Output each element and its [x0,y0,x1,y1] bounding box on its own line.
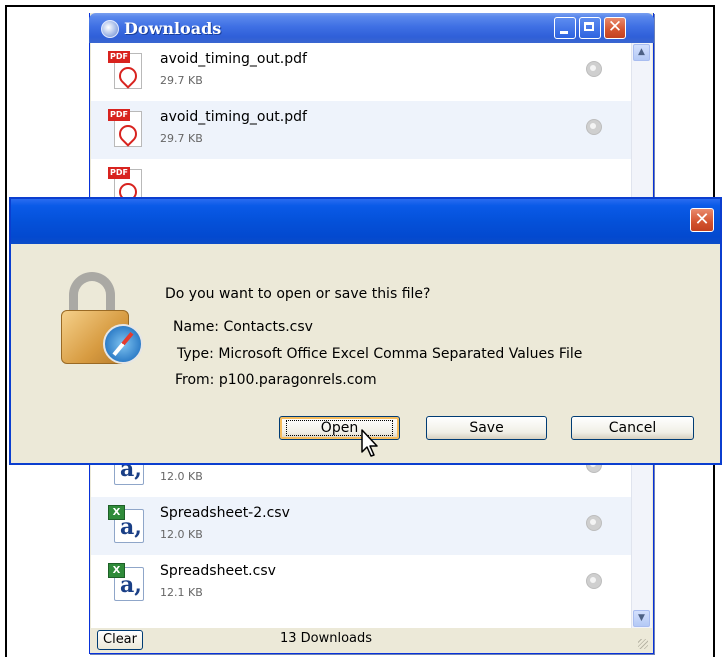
pdf-file-icon: PDF [108,51,144,89]
close-icon: ✕ [607,17,623,37]
downloads-title: Downloads [124,19,222,38]
dialog-close-button[interactable]: ✕ [690,208,714,232]
downloads-count: 13 Downloads [279,631,373,646]
magnifier-icon[interactable] [586,515,602,531]
file-size: 12.1 KB [160,586,203,599]
file-size: 12.0 KB [160,470,203,483]
open-button-label: Open [320,420,359,436]
security-lock-icon [61,272,153,364]
download-item[interactable]: PDF avoid_timing_out.pdf 29.7 KB [91,43,631,101]
file-size: 29.7 KB [160,132,203,145]
close-window-button[interactable]: ✕ [604,17,626,39]
file-download-dialog: ✕ Do you want to open or save this file?… [9,197,722,465]
scroll-up-button[interactable]: ▲ [633,44,650,61]
file-name-line: Name: Contacts.csv [173,319,313,335]
downloads-footer: Clear 13 Downloads [91,628,652,652]
file-source-line: From: p100.paragonrels.com [175,372,377,388]
downloads-app-icon [101,20,119,38]
mouse-cursor-icon [361,429,378,457]
downloads-titlebar[interactable]: Downloads ✕ [89,13,654,43]
file-name: Spreadsheet-2.csv [160,505,290,521]
cancel-button[interactable]: Cancel [571,416,694,440]
file-type-line: Type: Microsoft Office Excel Comma Separ… [177,346,583,362]
csv-file-icon: Xa, [108,563,144,601]
download-item[interactable]: PDF avoid_timing_out.pdf 29.7 KB [91,101,631,159]
compass-icon [103,324,143,364]
file-size: 29.7 KB [160,74,203,87]
magnifier-icon[interactable] [586,119,602,135]
maximize-button[interactable] [579,17,601,39]
dialog-question: Do you want to open or save this file? [165,286,431,302]
minimize-button[interactable] [554,17,576,39]
file-size: 12.0 KB [160,528,203,541]
resize-grip-icon[interactable] [638,639,648,649]
scroll-down-button[interactable]: ▼ [633,610,650,627]
chevron-down-icon: ▼ [638,613,645,623]
csv-file-icon: Xa, [108,505,144,543]
dialog-titlebar[interactable]: ✕ [11,199,720,244]
pdf-file-icon: PDF [108,109,144,147]
download-item[interactable]: Xa, Spreadsheet-2.csv 12.0 KB [91,497,631,555]
magnifier-icon[interactable] [586,573,602,589]
magnifier-icon[interactable] [586,61,602,77]
file-name: Spreadsheet.csv [160,563,276,579]
open-button[interactable]: Open [279,416,400,440]
file-name: avoid_timing_out.pdf [160,109,307,125]
download-item[interactable]: Xa, Spreadsheet.csv 12.1 KB [91,555,631,613]
chevron-up-icon: ▲ [638,47,645,57]
save-button[interactable]: Save [426,416,547,440]
file-name: avoid_timing_out.pdf [160,51,307,67]
close-icon: ✕ [694,209,710,230]
